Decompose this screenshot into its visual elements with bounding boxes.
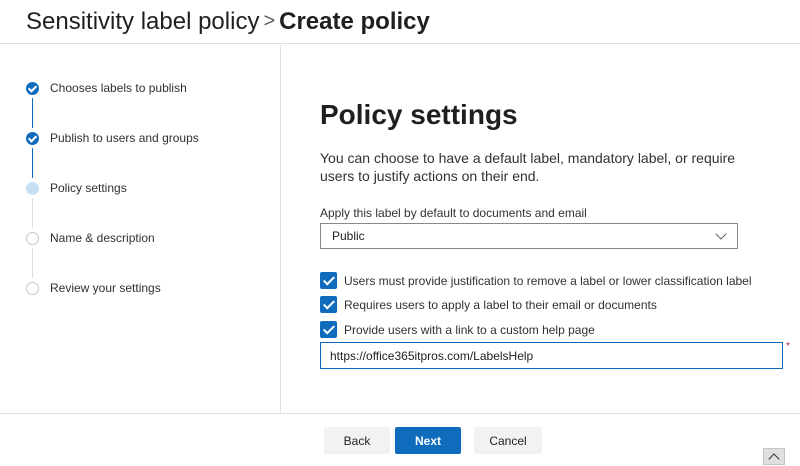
- checkbox-label[interactable]: Provide users with a link to a custom he…: [344, 322, 595, 338]
- wizard-steps: Chooses labels to publish Publish to use…: [0, 45, 281, 413]
- cancel-button[interactable]: Cancel: [474, 427, 542, 454]
- step-connector: [32, 98, 33, 128]
- help-page-checkbox[interactable]: [320, 321, 337, 338]
- step-label: Policy settings: [50, 181, 127, 195]
- checkbox-label[interactable]: Users must provide justification to remo…: [344, 273, 752, 289]
- section-description: You can choose to have a default label, …: [320, 150, 736, 184]
- step-connector: [32, 148, 33, 178]
- required-indicator: *: [786, 341, 790, 352]
- default-label-caption: Apply this label by default to documents…: [320, 206, 587, 220]
- breadcrumb: Sensitivity label policy > Create policy: [26, 8, 430, 37]
- help-url-input[interactable]: [320, 342, 783, 369]
- page-header: Sensitivity label policy > Create policy: [0, 0, 800, 44]
- chevron-right-icon: >: [263, 10, 276, 32]
- justification-checkbox[interactable]: [320, 272, 337, 289]
- step-pending-icon: [26, 282, 39, 295]
- policy-settings-form: Policy settings You can choose to have a…: [320, 45, 800, 413]
- section-title: Policy settings: [320, 99, 518, 130]
- checkbox-label[interactable]: Requires users to apply a label to their…: [344, 297, 657, 313]
- step-label: Publish to users and groups: [50, 131, 199, 145]
- scroll-up-icon[interactable]: [763, 448, 785, 465]
- back-button[interactable]: Back: [324, 427, 390, 454]
- page-title: Create policy: [279, 8, 430, 35]
- next-button[interactable]: Next: [395, 427, 461, 454]
- step-current-icon: [26, 182, 39, 195]
- step-connector: [32, 248, 33, 278]
- default-label-dropdown[interactable]: Public: [320, 223, 738, 249]
- wizard-footer: Back Next Cancel: [0, 413, 800, 466]
- step-complete-icon: [26, 82, 39, 95]
- breadcrumb-parent[interactable]: Sensitivity label policy: [26, 8, 259, 35]
- step-label: Review your settings: [50, 281, 161, 295]
- step-pending-icon: [26, 232, 39, 245]
- step-label: Name & description: [50, 231, 155, 245]
- chevron-down-icon: [715, 228, 727, 240]
- mandatory-label-checkbox[interactable]: [320, 296, 337, 313]
- step-complete-icon: [26, 132, 39, 145]
- step-connector: [32, 198, 33, 228]
- step-label: Chooses labels to publish: [50, 81, 187, 95]
- dropdown-selected-value: Public: [332, 229, 365, 243]
